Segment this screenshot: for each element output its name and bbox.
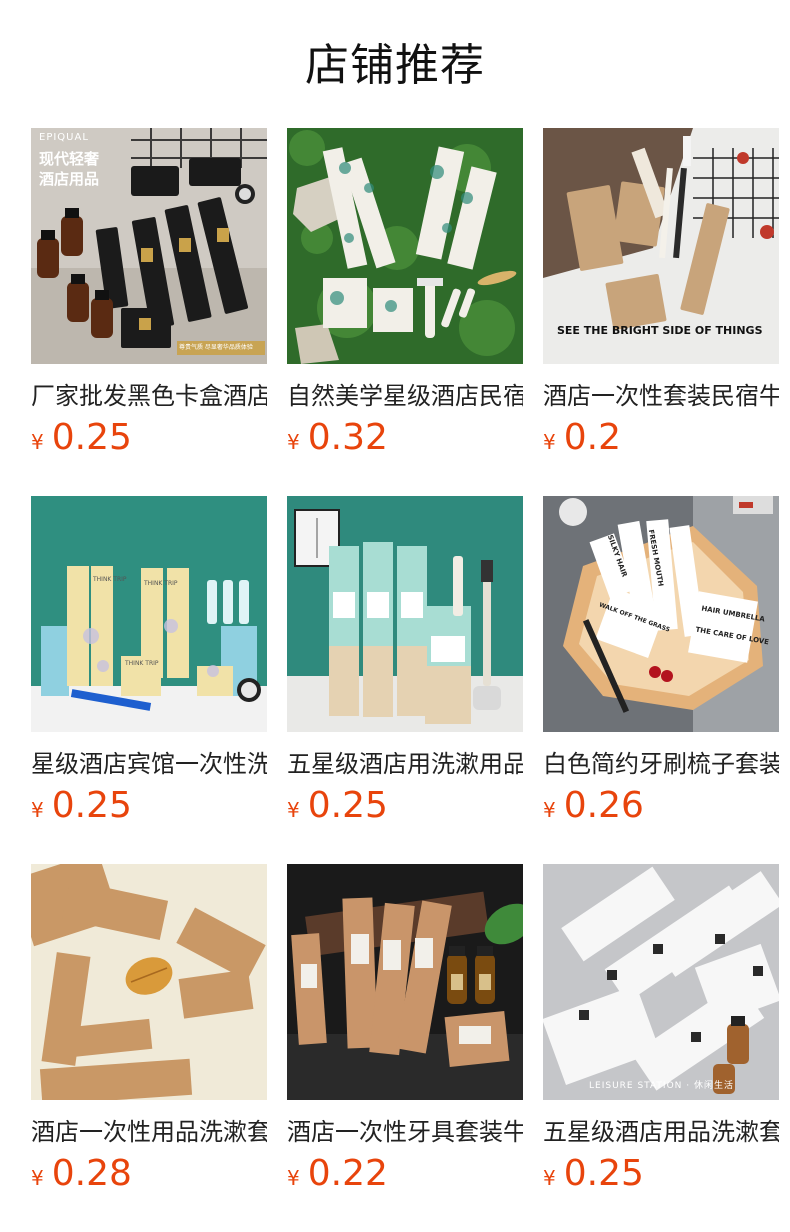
price-value: 0.2	[563, 417, 621, 458]
product-price: ¥0.25	[31, 784, 132, 828]
price-value: 0.25	[563, 1153, 644, 1194]
currency-symbol: ¥	[543, 430, 556, 454]
product-price: ¥0.32	[287, 416, 388, 460]
image-tagline-text: SEE THE BRIGHT SIDE OF THINGS	[557, 324, 763, 337]
product-name[interactable]: 五星级酒店用洗漱用品牙具套装	[287, 746, 523, 782]
product-price: ¥0.28	[31, 1152, 132, 1196]
image-brand-text: THINK TRIP	[125, 660, 159, 667]
product-name[interactable]: 厂家批发黑色卡盒酒店用品套装	[31, 378, 267, 414]
price-value: 0.22	[307, 1153, 388, 1194]
product-price: ¥0.25	[287, 784, 388, 828]
product-image[interactable]: LEISURE STATION · 休闲生活	[543, 864, 779, 1100]
product-card[interactable]: EPIQUAL 现代轻奢 酒店用品 尊贵气质 尽显奢华品质体验 厂家批发黑色卡盒…	[31, 128, 267, 458]
currency-symbol: ¥	[287, 430, 300, 454]
currency-symbol: ¥	[31, 430, 44, 454]
image-headline-text: 现代轻奢	[39, 150, 100, 168]
product-card[interactable]: 酒店一次性牙具套装牛皮纸盒 ¥0.22	[287, 864, 523, 1194]
product-price: ¥0.22	[287, 1152, 388, 1196]
product-name[interactable]: 酒店一次性用品洗漱套装牛皮纸	[31, 1114, 267, 1150]
product-image[interactable]: SEE THE BRIGHT SIDE OF THINGS	[543, 128, 779, 364]
currency-symbol: ¥	[543, 798, 556, 822]
page-title: 店铺推荐	[305, 40, 485, 91]
price-value: 0.25	[51, 785, 132, 826]
image-brand-text: LEISURE STATION · 休闲生活	[589, 1081, 734, 1091]
image-brand-text: THINK TRIP	[93, 576, 127, 583]
product-image[interactable]: EPIQUAL 现代轻奢 酒店用品 尊贵气质 尽显奢华品质体验	[31, 128, 267, 364]
product-name[interactable]: 酒店一次性牙具套装牛皮纸盒	[287, 1114, 523, 1150]
price-value: 0.32	[307, 417, 388, 458]
product-card[interactable]: LEISURE STATION · 休闲生活 五星级酒店用品洗漱套装白色 ¥0.…	[543, 864, 779, 1194]
currency-symbol: ¥	[31, 798, 44, 822]
product-price: ¥0.26	[543, 784, 644, 828]
product-card[interactable]: 自然美学星级酒店民宿一次性用品 ¥0.32	[287, 128, 523, 458]
image-brand-text: EPIQUAL	[39, 132, 89, 143]
product-image[interactable]: THINK TRIP THINK TRIP THINK TRIP	[31, 496, 267, 732]
currency-symbol: ¥	[287, 798, 300, 822]
product-name[interactable]: 自然美学星级酒店民宿一次性用品	[287, 378, 523, 414]
product-image[interactable]	[31, 864, 267, 1100]
product-image[interactable]	[287, 496, 523, 732]
image-headline-text: 酒店用品	[39, 170, 100, 188]
product-card[interactable]: HAIR UMBRELLA THE CARE OF LOVE FRESH MOU…	[543, 496, 779, 826]
product-price: ¥0.2	[543, 416, 621, 460]
product-card[interactable]: SEE THE BRIGHT SIDE OF THINGS 酒店一次性套装民宿牛…	[543, 128, 779, 458]
price-value: 0.25	[307, 785, 388, 826]
product-card[interactable]: 五星级酒店用洗漱用品牙具套装 ¥0.25	[287, 496, 523, 826]
currency-symbol: ¥	[31, 1166, 44, 1190]
price-value: 0.26	[563, 785, 644, 826]
product-name[interactable]: 五星级酒店用品洗漱套装白色	[543, 1114, 779, 1150]
price-value: 0.25	[51, 417, 132, 458]
product-name[interactable]: 白色简约牙刷梳子套装酒店用品	[543, 746, 779, 782]
product-image[interactable]: HAIR UMBRELLA THE CARE OF LOVE FRESH MOU…	[543, 496, 779, 732]
currency-symbol: ¥	[287, 1166, 300, 1190]
image-banner-text: 尊贵气质 尽显奢华品质体验	[179, 344, 253, 351]
product-image[interactable]	[287, 128, 523, 364]
product-price: ¥0.25	[31, 416, 132, 460]
product-card[interactable]: THINK TRIP THINK TRIP THINK TRIP 星级酒店宾馆一…	[31, 496, 267, 826]
product-card[interactable]: 酒店一次性用品洗漱套装牛皮纸 ¥0.28	[31, 864, 267, 1194]
price-value: 0.28	[51, 1153, 132, 1194]
product-name[interactable]: 酒店一次性套装民宿牛皮纸洗漱用品	[543, 378, 779, 414]
product-price: ¥0.25	[543, 1152, 644, 1196]
product-image[interactable]	[287, 864, 523, 1100]
currency-symbol: ¥	[543, 1166, 556, 1190]
product-name[interactable]: 星级酒店宾馆一次性洗漱用品套装	[31, 746, 267, 782]
image-brand-text: THINK TRIP	[144, 580, 178, 587]
